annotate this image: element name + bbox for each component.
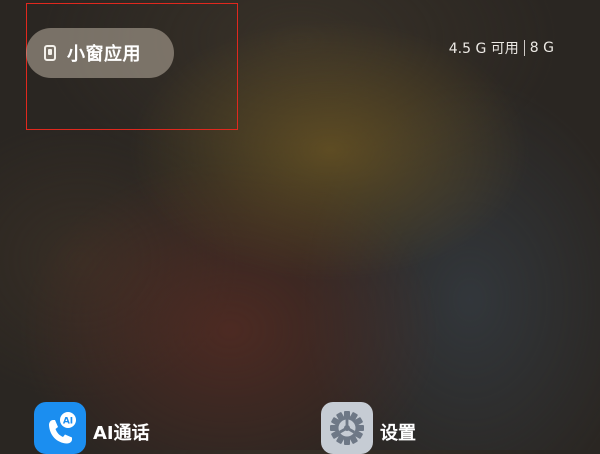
small-window-label: 小窗应用: [67, 44, 141, 65]
phone-ai-glyph: AI: [49, 412, 76, 444]
phone-ai-icon: AI: [34, 402, 86, 454]
app-ai-call[interactable]: AI AI通话: [34, 402, 150, 454]
gear-glyph: [330, 411, 364, 445]
app-settings-label: 设置: [380, 423, 416, 444]
small-window-app-button[interactable]: 小窗应用: [26, 28, 174, 78]
app-settings[interactable]: 设置: [321, 402, 416, 454]
gear-icon: [321, 402, 373, 454]
memory-divider: [523, 40, 525, 56]
ai-badge-text: AI: [63, 417, 73, 427]
memory-status: 4.5 G 可用 8 G: [449, 38, 554, 58]
small-window-icon: [44, 45, 56, 61]
memory-available: 4.5 G 可用: [448, 41, 519, 57]
app-ai-call-label: AI通话: [93, 423, 150, 444]
memory-total: 8 G: [529, 40, 554, 56]
